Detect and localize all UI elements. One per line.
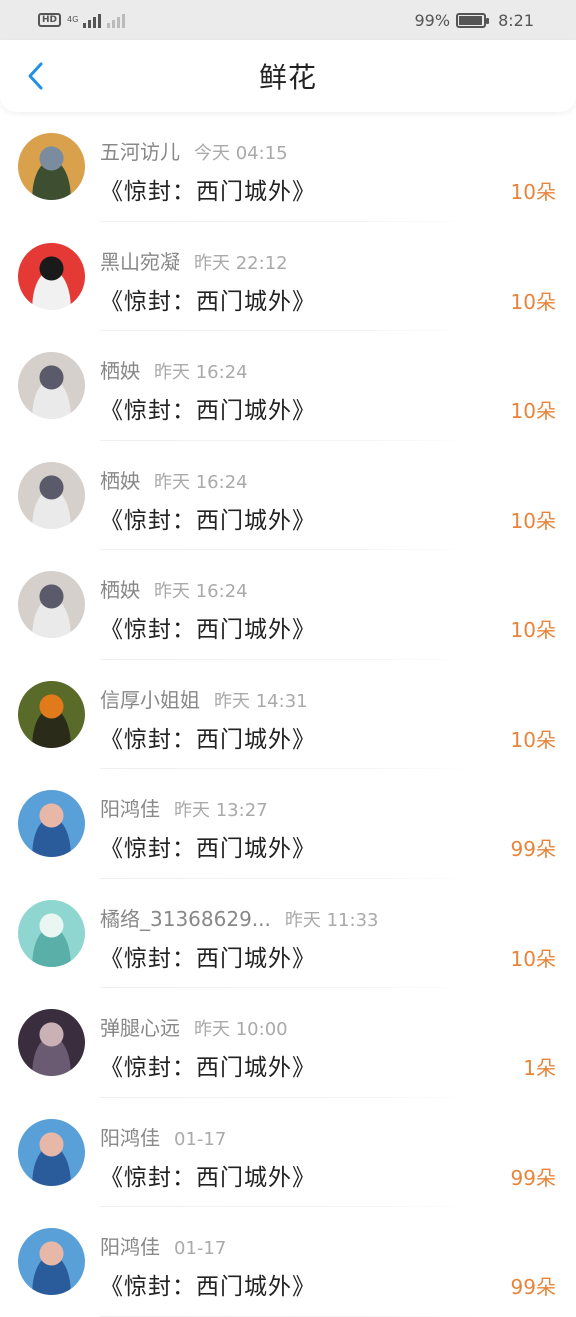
user-name[interactable]: 栖姎 昨天 16:24 bbox=[100, 355, 248, 384]
timestamp: 昨天 13:27 bbox=[174, 800, 268, 821]
hd-badge: HD bbox=[38, 13, 62, 27]
list-item[interactable]: 五河访儿 今天 04:15 《惊封：西门城外》 10朵 bbox=[0, 112, 576, 222]
user-avatar[interactable] bbox=[18, 680, 85, 748]
signal-no-service-icon bbox=[107, 12, 126, 28]
timestamp: 01-17 bbox=[174, 1128, 227, 1150]
user-name-text: 栖姎 bbox=[100, 468, 140, 493]
user-avatar[interactable] bbox=[18, 352, 85, 419]
list-item[interactable]: 信厚小姐姐 昨天 14:31 《惊封：西门城外》 10朵 bbox=[0, 660, 576, 769]
book-title: 《惊封：西门城外》 bbox=[100, 617, 316, 643]
user-name-text: 橘络_31368629... bbox=[100, 906, 271, 931]
user-name[interactable]: 弹腿心远 昨天 10:00 bbox=[100, 1012, 288, 1041]
user-avatar[interactable] bbox=[18, 242, 85, 310]
clock: 8:21 bbox=[498, 10, 534, 30]
user-avatar[interactable] bbox=[18, 790, 85, 857]
book-title: 《惊封：西门城外》 bbox=[100, 1274, 316, 1300]
user-name[interactable]: 阳鸿佳 昨天 13:27 bbox=[100, 793, 268, 822]
user-name[interactable]: 五河访儿 今天 04:15 bbox=[100, 136, 288, 165]
page-title: 鲜花 bbox=[258, 61, 317, 94]
row-divider bbox=[100, 1315, 476, 1317]
timestamp: 昨天 11:33 bbox=[284, 909, 379, 931]
user-name-text: 栖姎 bbox=[100, 359, 140, 383]
list-item[interactable]: 阳鸿佳 01-17 《惊封：西门城外》 99朵 bbox=[0, 1098, 576, 1207]
user-name[interactable]: 阳鸿佳 01-17 bbox=[100, 1231, 226, 1260]
user-avatar[interactable] bbox=[18, 1228, 85, 1295]
user-name[interactable]: 栖姎 昨天 16:24 bbox=[100, 465, 248, 494]
user-name[interactable]: 橘络_31368629... 昨天 11:33 bbox=[100, 903, 378, 932]
user-avatar[interactable] bbox=[18, 1118, 85, 1186]
list-item[interactable]: 橘络_31368629... 昨天 11:33 《惊封：西门城外》 10朵 bbox=[0, 879, 576, 988]
list-item[interactable]: 栖姎 昨天 16:24 《惊封：西门城外》 10朵 bbox=[0, 331, 576, 441]
timestamp: 昨天 16:24 bbox=[154, 581, 248, 602]
user-avatar[interactable] bbox=[18, 899, 85, 967]
user-avatar[interactable] bbox=[18, 1009, 85, 1076]
book-title: 《惊封：西门城外》 bbox=[100, 1055, 316, 1081]
user-avatar[interactable] bbox=[18, 133, 85, 200]
user-avatar[interactable] bbox=[18, 571, 85, 638]
flower-count: 10朵 bbox=[510, 508, 556, 533]
timestamp: 昨天 10:00 bbox=[194, 1019, 288, 1040]
user-name[interactable]: 信厚小姐姐 昨天 14:31 bbox=[100, 684, 308, 713]
user-name-text: 阳鸿佳 bbox=[100, 1235, 160, 1259]
user-name-text: 弹腿心远 bbox=[100, 1016, 180, 1040]
header: 鲜花 bbox=[0, 40, 576, 112]
list-item[interactable]: 栖姎 昨天 16:24 《惊封：西门城外》 10朵 bbox=[0, 441, 576, 550]
flower-count: 1朵 bbox=[523, 1056, 556, 1080]
book-title: 《惊封：西门城外》 bbox=[100, 945, 316, 972]
book-title: 《惊封：西门城外》 bbox=[100, 288, 316, 315]
user-name-text: 信厚小姐姐 bbox=[100, 687, 200, 712]
back-button[interactable] bbox=[18, 58, 54, 94]
flower-count: 10朵 bbox=[510, 399, 556, 423]
timestamp: 昨天 14:31 bbox=[214, 690, 308, 712]
status-left: HD 4G bbox=[38, 12, 126, 28]
battery-percent: 99% bbox=[414, 10, 451, 30]
book-title: 《惊封：西门城外》 bbox=[100, 179, 316, 205]
flower-count: 10朵 bbox=[510, 180, 556, 204]
chevron-left-icon bbox=[28, 62, 43, 90]
flower-count: 10朵 bbox=[510, 289, 556, 314]
flower-gift-list: 五河访儿 今天 04:15 《惊封：西门城外》 10朵 黑山宛凝 昨天 22:12 《惊封：… bbox=[0, 112, 576, 1317]
timestamp: 昨天 16:24 bbox=[154, 471, 248, 493]
user-name-text: 阳鸿佳 bbox=[100, 1125, 160, 1150]
user-avatar[interactable] bbox=[18, 461, 85, 529]
timestamp: 昨天 22:12 bbox=[194, 252, 288, 274]
signal-strength-icon bbox=[83, 12, 102, 28]
user-name[interactable]: 阳鸿佳 01-17 bbox=[100, 1122, 226, 1151]
status-bar: HD 4G 99% 8:21 bbox=[0, 0, 576, 40]
timestamp: 昨天 16:24 bbox=[154, 362, 248, 383]
user-name-text: 阳鸿佳 bbox=[100, 797, 160, 821]
timestamp: 今天 04:15 bbox=[194, 143, 288, 164]
user-name-text: 栖姎 bbox=[100, 578, 140, 602]
book-title: 《惊封：西门城外》 bbox=[100, 726, 316, 753]
user-name-text: 五河访儿 bbox=[100, 140, 180, 164]
flower-count: 99朵 bbox=[510, 1275, 556, 1299]
book-title: 《惊封：西门城外》 bbox=[100, 507, 316, 534]
flower-count: 99朵 bbox=[510, 1165, 556, 1190]
flower-count: 10朵 bbox=[510, 727, 556, 752]
user-name-text: 黑山宛凝 bbox=[100, 249, 180, 274]
flower-count: 10朵 bbox=[510, 946, 556, 971]
network-type: 4G bbox=[67, 15, 79, 24]
book-title: 《惊封：西门城外》 bbox=[100, 836, 316, 862]
user-name[interactable]: 黑山宛凝 昨天 22:12 bbox=[100, 246, 288, 275]
book-title: 《惊封：西门城外》 bbox=[100, 398, 316, 424]
battery-icon bbox=[456, 12, 490, 28]
list-item[interactable]: 黑山宛凝 昨天 22:12 《惊封：西门城外》 10朵 bbox=[0, 222, 576, 331]
status-right: 99% 8:21 bbox=[415, 11, 535, 30]
list-item[interactable]: 阳鸿佳 01-17 《惊封：西门城外》 99朵 bbox=[0, 1207, 576, 1317]
list-item[interactable]: 弹腿心远 昨天 10:00 《惊封：西门城外》 1朵 bbox=[0, 988, 576, 1098]
flower-count: 99朵 bbox=[510, 837, 556, 861]
flower-count: 10朵 bbox=[510, 618, 556, 642]
timestamp: 01-17 bbox=[174, 1238, 227, 1259]
list-item[interactable]: 阳鸿佳 昨天 13:27 《惊封：西门城外》 99朵 bbox=[0, 769, 576, 879]
user-name[interactable]: 栖姎 昨天 16:24 bbox=[100, 574, 248, 603]
book-title: 《惊封：西门城外》 bbox=[100, 1164, 316, 1191]
list-item[interactable]: 栖姎 昨天 16:24 《惊封：西门城外》 10朵 bbox=[0, 550, 576, 660]
